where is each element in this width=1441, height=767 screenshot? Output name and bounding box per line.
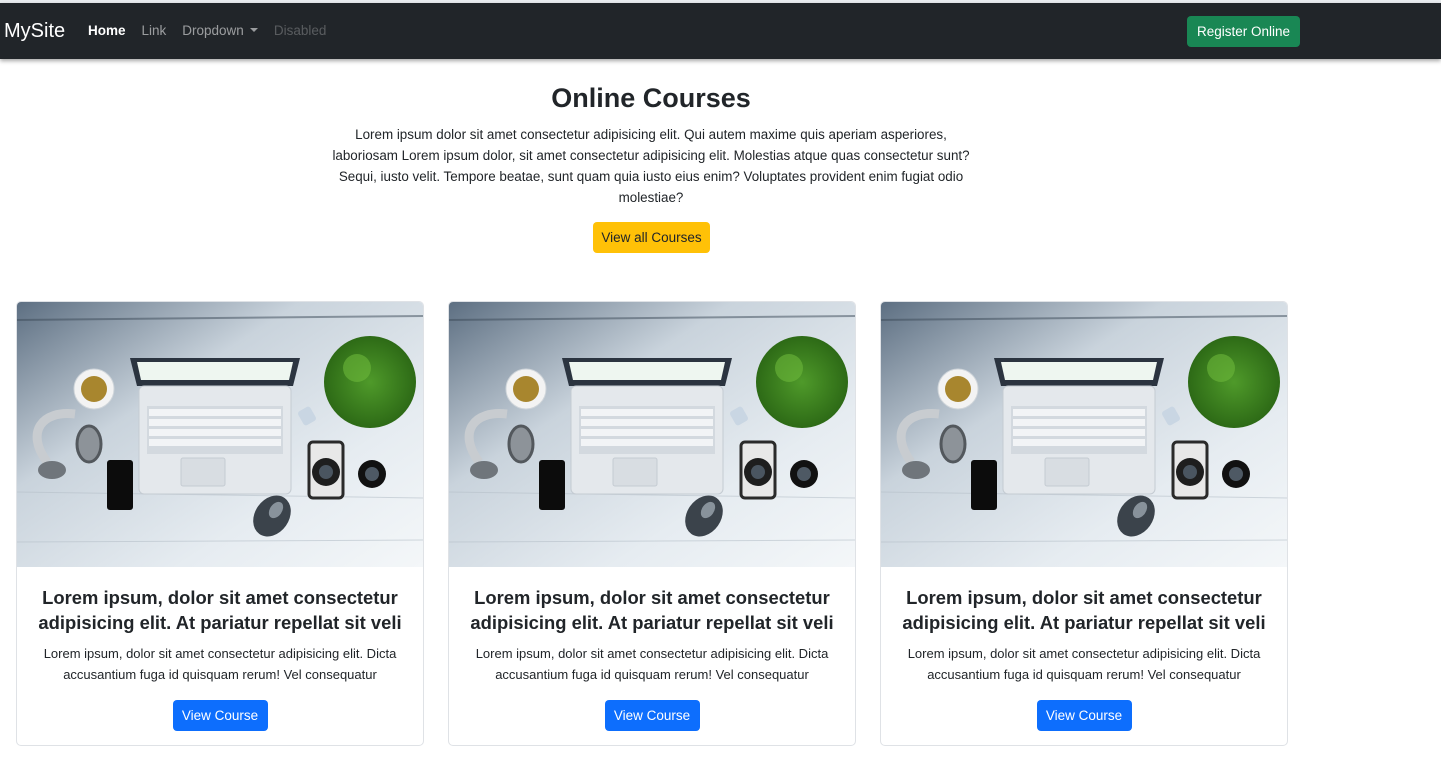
nav-link-link[interactable]: Link xyxy=(142,22,167,40)
card-body: Lorem ipsum, dolor sit amet consectetur … xyxy=(881,567,1287,731)
card-text: Lorem ipsum, dolor sit amet consectetur … xyxy=(475,646,829,682)
card-body: Lorem ipsum, dolor sit amet consectetur … xyxy=(17,567,423,731)
card-title: Lorem ipsum, dolor sit amet consectetur … xyxy=(902,587,1266,633)
card-text: Lorem ipsum, dolor sit amet consectetur … xyxy=(43,646,397,682)
nav-dropdown-label: Dropdown xyxy=(182,23,244,38)
hero-text: Lorem ipsum dolor sit amet consectetur a… xyxy=(332,127,970,205)
navbar: MySite Home Link Dropdown Disabled Regis… xyxy=(0,3,1441,59)
nav-links: Home Link Dropdown Disabled xyxy=(88,22,342,40)
brand-logo[interactable]: MySite xyxy=(4,18,65,44)
nav-link-home[interactable]: Home xyxy=(88,22,126,40)
view-course-button[interactable]: View Course xyxy=(172,700,268,731)
nav-link-disabled: Disabled xyxy=(273,23,327,38)
card-body: Lorem ipsum, dolor sit amet consectetur … xyxy=(449,567,855,731)
card-title: Lorem ipsum, dolor sit amet consectetur … xyxy=(38,587,402,633)
card-text: Lorem ipsum, dolor sit amet consectetur … xyxy=(907,646,1261,682)
course-image xyxy=(17,302,423,567)
view-course-button[interactable]: View Course xyxy=(604,700,700,731)
page-title: Online Courses xyxy=(551,83,751,113)
view-course-button[interactable]: View Course xyxy=(1036,700,1132,731)
view-all-courses-button[interactable]: View all Courses xyxy=(593,222,710,253)
hero-section: Online Courses Lorem ipsum dolor sit ame… xyxy=(328,80,974,208)
course-card-1: Lorem ipsum, dolor sit amet consectetur … xyxy=(16,301,424,746)
course-card-2: Lorem ipsum, dolor sit amet consectetur … xyxy=(448,301,856,746)
caret-down-icon xyxy=(249,28,258,32)
register-online-button[interactable]: Register Online xyxy=(1187,16,1300,47)
course-card-3: Lorem ipsum, dolor sit amet consectetur … xyxy=(880,301,1288,746)
card-title: Lorem ipsum, dolor sit amet consectetur … xyxy=(470,587,834,633)
course-image xyxy=(881,302,1287,567)
nav-dropdown[interactable]: Dropdown xyxy=(182,22,258,40)
course-image xyxy=(449,302,855,567)
